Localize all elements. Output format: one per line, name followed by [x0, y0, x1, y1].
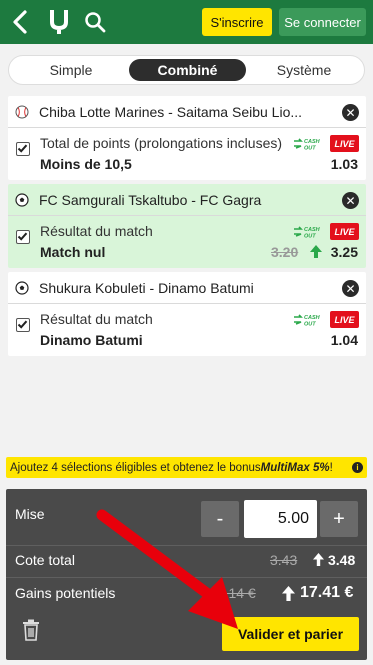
- bet-card-header: Shukura Kobuleti - Dinamo Batumi ✕: [8, 272, 366, 304]
- svg-text:CASH: CASH: [304, 227, 321, 233]
- live-badge: LIVE: [330, 223, 359, 240]
- soccer-ball-icon: [15, 193, 29, 207]
- total-odds-old: 3.43: [270, 552, 298, 568]
- login-button[interactable]: Se connecter: [279, 8, 366, 36]
- betslip-summary-panel: Mise - + Cote total 3.43 3.48 Gains pote…: [6, 489, 367, 660]
- baseball-icon: [15, 105, 29, 119]
- event-title: Chiba Lotte Marines - Saitama Seibu Lio.…: [39, 104, 303, 120]
- selection-name: Moins de 10,5: [40, 156, 132, 172]
- bet-checkbox[interactable]: [16, 230, 30, 244]
- stake-increase-button[interactable]: +: [320, 501, 358, 537]
- svg-text:OUT: OUT: [304, 146, 316, 152]
- bet-card-header: FC Samgurali Tskaltubo - FC Gagra ✕: [8, 184, 366, 216]
- multimax-banner[interactable]: Ajoutez 4 sélections éligibles et obtene…: [6, 457, 367, 478]
- event-title: FC Samgurali Tskaltubo - FC Gagra: [39, 192, 262, 208]
- svg-text:CASH: CASH: [304, 315, 321, 321]
- tab-systeme[interactable]: Système: [258, 59, 350, 81]
- market-name: Résultat du match: [40, 311, 153, 327]
- stake-label: Mise: [15, 506, 45, 522]
- svg-text:CASH: CASH: [304, 139, 321, 145]
- bet-type-tabs: Simple Combiné Système: [8, 55, 365, 85]
- previous-odds-value: 3.20: [271, 244, 299, 260]
- total-odds-new: 3.48: [328, 552, 356, 568]
- market-name: Résultat du match: [40, 223, 153, 239]
- bet-checkbox[interactable]: [16, 142, 30, 156]
- odds-value: 1.03: [330, 156, 358, 172]
- bet-card: Shukura Kobuleti - Dinamo Batumi ✕ Résul…: [8, 272, 366, 356]
- selection-name: Dinamo Batumi: [40, 332, 143, 348]
- market-name: Total de points (prolongations incluses): [40, 135, 283, 151]
- event-title: Shukura Kobuleti - Dinamo Batumi: [39, 280, 254, 296]
- bet-checkbox[interactable]: [16, 318, 30, 332]
- soccer-ball-icon: [15, 281, 29, 295]
- tab-combine[interactable]: Combiné: [129, 59, 246, 81]
- cashout-icon: CASH OUT: [294, 226, 321, 240]
- total-odds-label: Cote total: [15, 552, 75, 568]
- potential-winnings-new: 17.41 €: [300, 584, 354, 601]
- live-badge: LIVE: [330, 311, 359, 328]
- place-bet-button[interactable]: Valider et parier: [222, 617, 359, 651]
- info-icon[interactable]: i: [352, 462, 363, 473]
- search-icon[interactable]: [84, 11, 106, 33]
- top-header: S'inscrire Se connecter: [0, 0, 373, 44]
- stake-input[interactable]: [244, 500, 317, 538]
- divider: [6, 577, 367, 578]
- bet-card: Chiba Lotte Marines - Saitama Seibu Lio.…: [8, 96, 366, 180]
- cashout-icon: CASH OUT: [294, 138, 321, 152]
- remove-bet-button[interactable]: ✕: [342, 104, 359, 121]
- potential-winnings-old: 17.14 €: [209, 585, 256, 601]
- bet-card-header: Chiba Lotte Marines - Saitama Seibu Lio.…: [8, 96, 366, 128]
- potential-winnings-label: Gains potentiels: [15, 585, 116, 601]
- svg-text:OUT: OUT: [304, 234, 316, 240]
- bet-card: FC Samgurali Tskaltubo - FC Gagra ✕ Résu…: [8, 184, 366, 268]
- odds-value: 1.04: [330, 332, 358, 348]
- remove-bet-button[interactable]: ✕: [342, 280, 359, 297]
- odds-up-arrow-icon: [313, 553, 324, 566]
- live-badge: LIVE: [330, 135, 359, 152]
- divider: [6, 545, 367, 546]
- stake-decrease-button[interactable]: -: [201, 501, 239, 537]
- cashout-icon: CASH OUT: [294, 314, 321, 328]
- back-arrow-icon[interactable]: [9, 9, 31, 35]
- odds-up-arrow-icon: [310, 245, 322, 258]
- svg-text:OUT: OUT: [304, 322, 316, 328]
- trash-icon[interactable]: [22, 619, 40, 641]
- multimax-bonus-name: MultiMax 5%: [260, 461, 330, 474]
- multimax-text: Ajoutez 4 sélections éligibles et obtene…: [10, 461, 261, 474]
- odds-value: 3.25: [330, 244, 358, 260]
- winnings-up-arrow-icon: [282, 586, 295, 601]
- unibet-logo-icon[interactable]: [49, 8, 69, 34]
- multimax-suffix: !: [329, 461, 333, 474]
- signup-button[interactable]: S'inscrire: [202, 8, 272, 36]
- remove-bet-button[interactable]: ✕: [342, 192, 359, 209]
- tab-simple[interactable]: Simple: [25, 59, 117, 81]
- selection-name: Match nul: [40, 244, 106, 260]
